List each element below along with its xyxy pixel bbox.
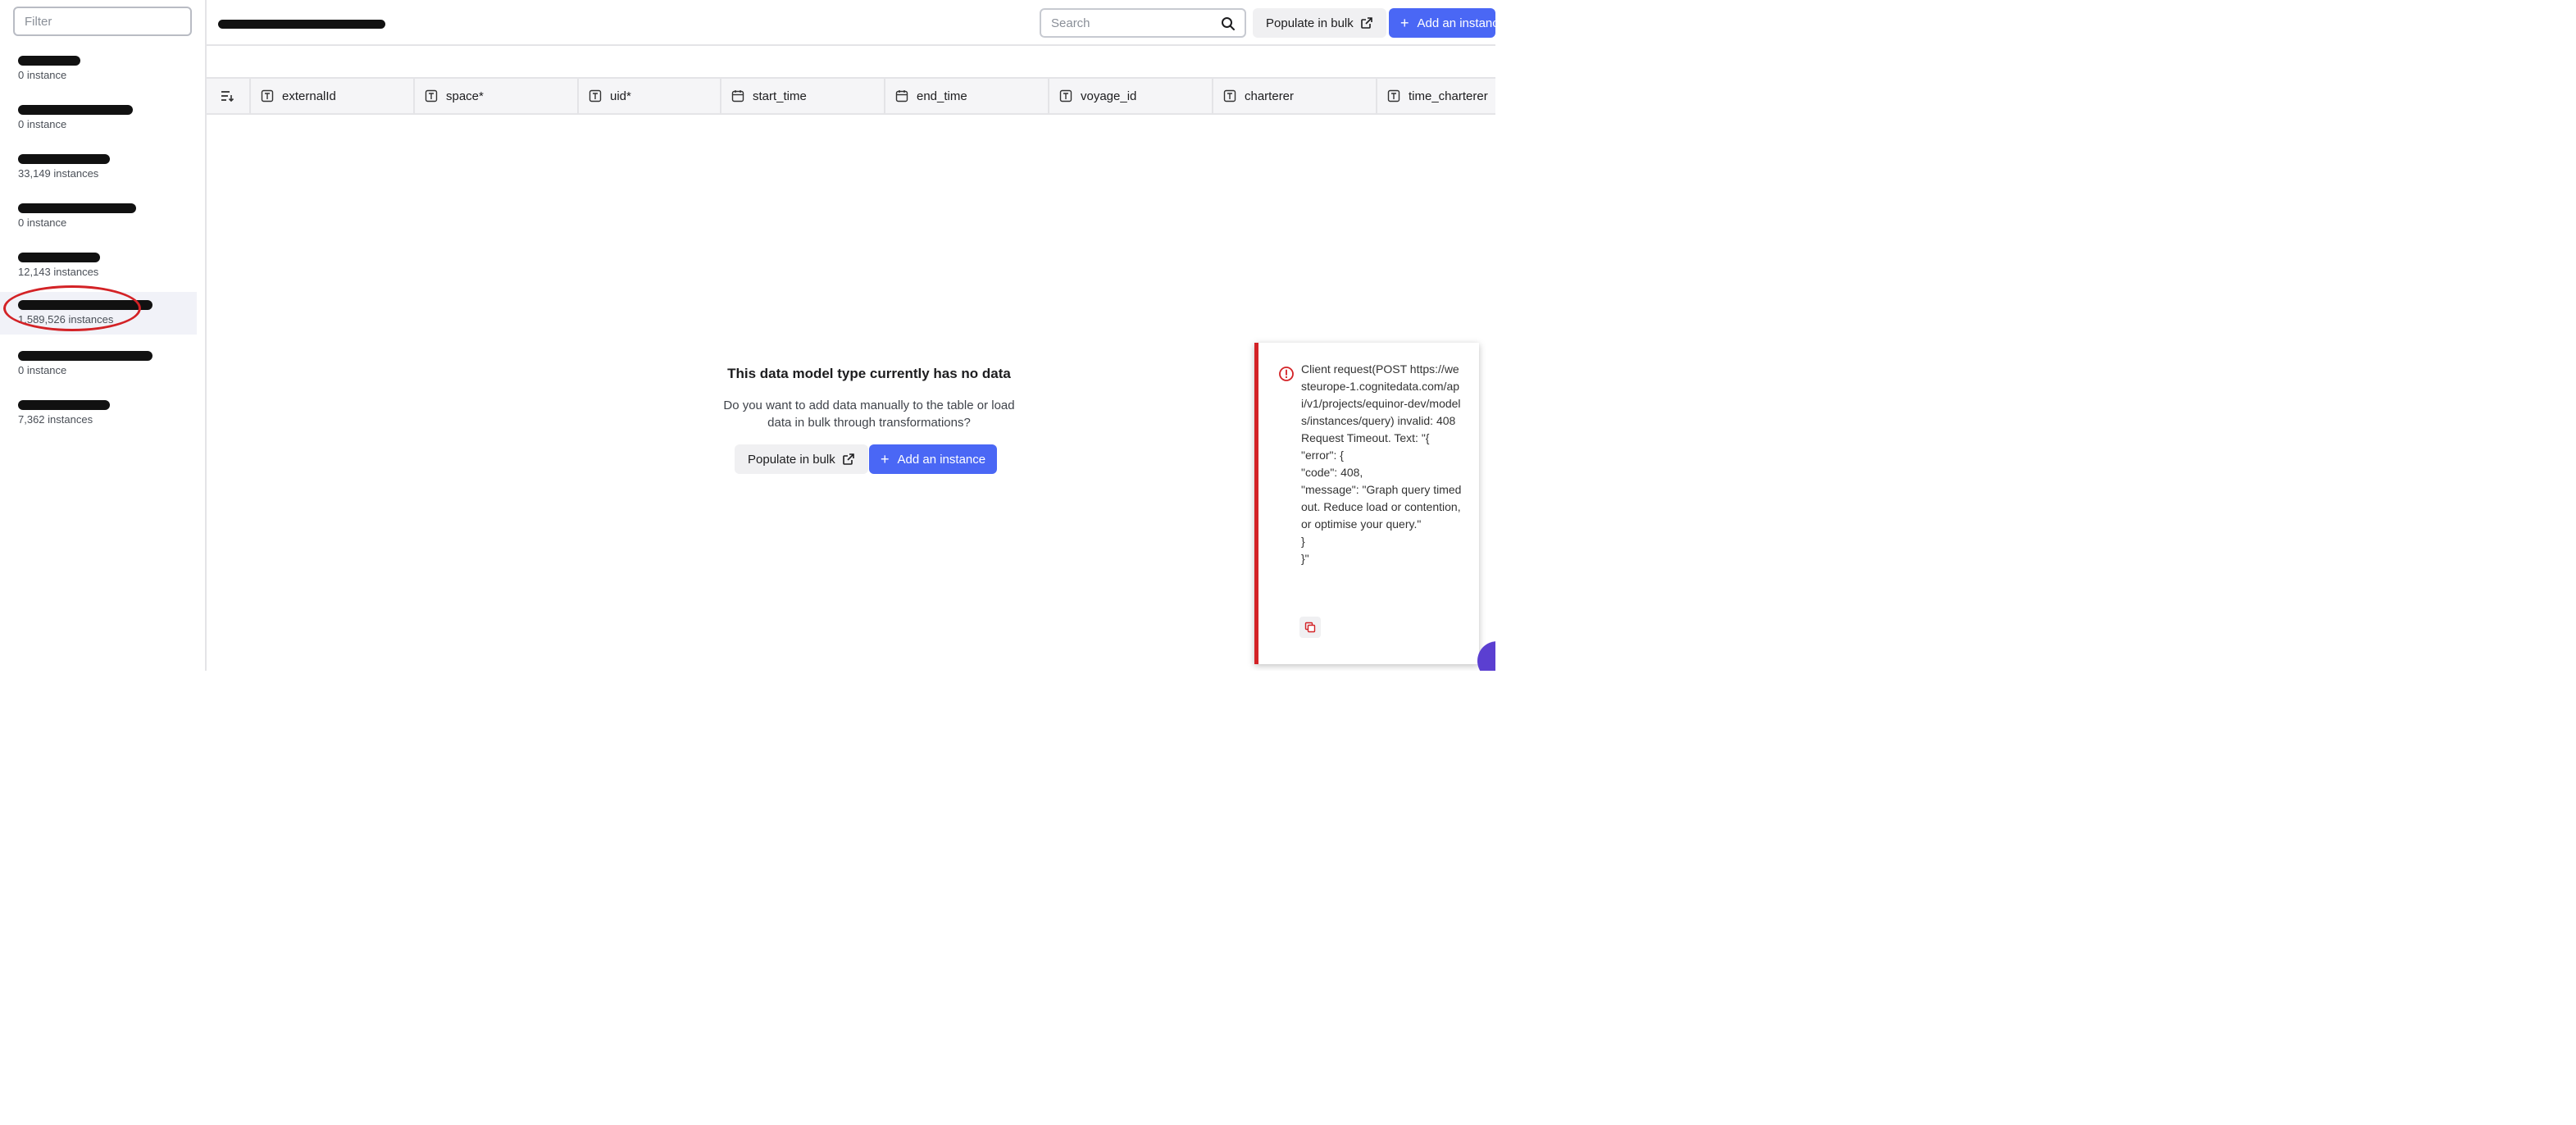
column-settings-icon <box>221 91 234 102</box>
text-type-icon <box>425 89 438 102</box>
error-message: Client request(POST https://westeurope-1… <box>1301 362 1462 565</box>
sidebar-item-count: 12,143 instances <box>18 266 99 278</box>
text-type-icon <box>589 89 602 102</box>
sidebar: 0 instance 0 instance 33,149 instances 0… <box>0 0 207 671</box>
sidebar-item[interactable]: 12,143 instances <box>0 244 197 287</box>
column-label: uid* <box>610 89 631 103</box>
sidebar-item[interactable]: 0 instance <box>0 343 197 385</box>
sidebar-item-count: 0 instance <box>18 364 67 376</box>
column-header-end-time[interactable]: end_time <box>885 79 1049 113</box>
page-title-redacted <box>218 20 385 29</box>
calendar-icon <box>731 90 744 102</box>
column-label: start_time <box>753 89 807 103</box>
empty-state-title: This data model type currently has no da… <box>727 366 1011 381</box>
copy-error-button[interactable] <box>1299 617 1321 638</box>
empty-add-instance-button[interactable]: + Add an instance <box>869 444 998 474</box>
copy-icon <box>1304 622 1316 633</box>
text-type-icon <box>1223 89 1236 102</box>
table-header: externalId space* uid* start_time end_ti… <box>207 77 1495 115</box>
sidebar-item-name-redacted <box>18 149 157 166</box>
sidebar-item-count: 0 instance <box>18 118 67 130</box>
sidebar-item[interactable]: 0 instance <box>0 195 197 238</box>
sidebar-item-name-redacted <box>18 248 157 264</box>
column-label: end_time <box>917 89 967 103</box>
text-type-icon <box>261 89 274 102</box>
sidebar-item-count: 0 instance <box>18 69 67 81</box>
column-header-uid[interactable]: uid* <box>579 79 721 113</box>
sidebar-item-name-redacted <box>18 346 157 362</box>
search-box <box>1040 8 1246 38</box>
sidebar-item[interactable]: 33,149 instances <box>0 146 197 189</box>
plus-icon: + <box>1400 15 1409 31</box>
add-instance-label: Add an instance <box>1417 16 1495 30</box>
sidebar-item-count: 33,149 instances <box>18 167 99 180</box>
column-header-voyage-id[interactable]: voyage_id <box>1049 79 1213 113</box>
error-toast: Client request(POST https://westeurope-1… <box>1254 343 1479 664</box>
populate-in-bulk-label: Populate in bulk <box>1266 16 1354 30</box>
column-header-space[interactable]: space* <box>415 79 579 113</box>
sidebar-item-name-redacted <box>18 295 157 312</box>
empty-state-description: Do you want to add data manually to the … <box>723 399 1015 430</box>
populate-in-bulk-button[interactable]: Populate in bulk <box>1253 8 1386 38</box>
sidebar-item-name-redacted <box>18 51 157 67</box>
column-label: time_charterer <box>1409 89 1488 103</box>
page-header: Populate in bulk + Add an instance <box>207 0 1495 46</box>
column-label: charterer <box>1245 89 1295 103</box>
calendar-icon <box>895 90 908 102</box>
search-icon[interactable] <box>1220 16 1236 32</box>
external-link-icon <box>1360 17 1372 29</box>
sidebar-item-name-redacted <box>18 100 157 116</box>
empty-populate-in-bulk-button[interactable]: Populate in bulk <box>735 444 868 474</box>
column-header-start-time[interactable]: start_time <box>721 79 885 113</box>
column-header-charterer[interactable]: charterer <box>1213 79 1377 113</box>
text-type-icon <box>1059 89 1072 102</box>
sidebar-item[interactable]: 0 instance <box>0 97 197 139</box>
help-chat-button[interactable] <box>1477 641 1495 671</box>
text-type-icon <box>1387 89 1400 102</box>
add-instance-button[interactable]: + Add an instance <box>1389 8 1495 38</box>
app-window: 0 instance 0 instance 33,149 instances 0… <box>0 0 1495 671</box>
error-icon <box>1279 367 1294 381</box>
sidebar-item-count: 0 instance <box>18 216 67 229</box>
column-label: voyage_id <box>1081 89 1137 103</box>
column-header-time-charterer[interactable]: time_charterer <box>1377 79 1495 113</box>
sidebar-item-name-redacted <box>18 395 157 412</box>
sidebar-item-name-redacted <box>18 198 157 215</box>
search-input[interactable] <box>1041 10 1225 36</box>
plus-icon: + <box>881 451 890 467</box>
external-link-icon <box>842 453 854 465</box>
column-settings-button[interactable] <box>207 79 251 113</box>
filter-input[interactable] <box>13 7 192 36</box>
populate-in-bulk-label: Populate in bulk <box>748 452 835 467</box>
sidebar-item-selected[interactable]: 1,589,526 instances <box>0 292 197 335</box>
sidebar-item-count: 7,362 instances <box>18 413 93 426</box>
column-label: externalId <box>282 89 336 103</box>
sidebar-item[interactable]: 0 instance <box>0 48 197 90</box>
sidebar-item-count: 1,589,526 instances <box>18 313 114 326</box>
column-label: space* <box>446 89 484 103</box>
add-instance-label: Add an instance <box>897 452 986 467</box>
sidebar-item[interactable]: 7,362 instances <box>0 392 197 435</box>
column-header-externalid[interactable]: externalId <box>251 79 415 113</box>
